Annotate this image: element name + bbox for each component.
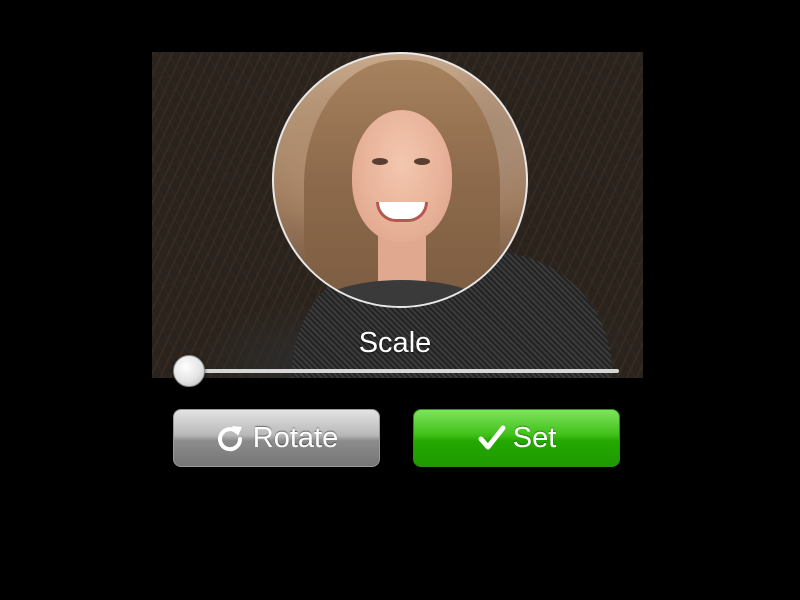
- scale-slider-thumb[interactable]: [173, 355, 205, 387]
- rotate-button[interactable]: Rotate: [173, 409, 380, 467]
- crop-circle-preview[interactable]: [272, 52, 528, 308]
- photo-crop-screen: Scale Rotate Set: [0, 0, 800, 600]
- rotate-clockwise-icon: [215, 423, 245, 453]
- set-button-label: Set: [512, 421, 557, 454]
- checkmark-icon: [477, 423, 507, 453]
- photo-subject-eye: [414, 158, 430, 165]
- rotate-button-label: Rotate: [252, 421, 339, 454]
- set-button[interactable]: Set: [413, 409, 620, 467]
- scale-slider-track[interactable]: [190, 369, 619, 373]
- photo-subject-face: [352, 110, 452, 242]
- scale-label: Scale: [358, 327, 432, 359]
- photo-subject-eye: [372, 158, 388, 165]
